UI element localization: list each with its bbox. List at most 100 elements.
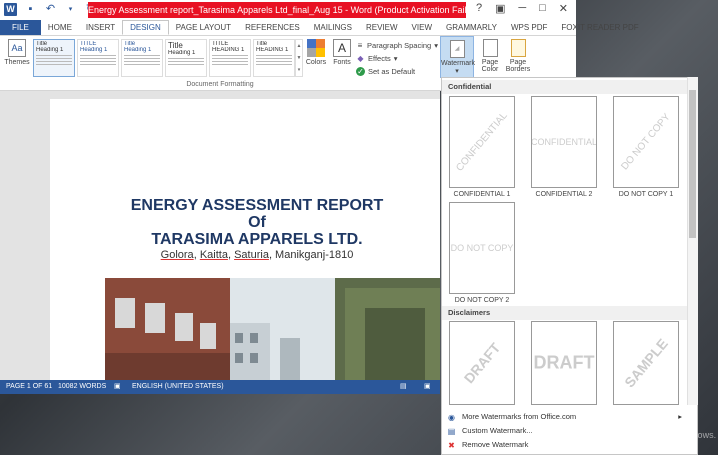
watermark-do-not-copy-1[interactable]: DO NOT COPY DO NOT COPY 1 (610, 96, 682, 198)
remove-watermark-menu-item[interactable]: ✖ Remove Watermark (442, 438, 688, 452)
page-count[interactable]: PAGE 1 OF 61 (6, 380, 52, 394)
heading-line-1: ENERGY ASSESSMENT REPORT (130, 197, 384, 214)
page-borders-label: Page Borders (505, 59, 531, 73)
chevron-down-icon: ▾ (393, 54, 398, 63)
style-set-thumb[interactable]: TITLE HEADING 1 (209, 39, 251, 77)
gallery-scroll-control[interactable]: ▲ ▼ ▾ (295, 39, 303, 77)
save-icon[interactable]: ▪ (24, 3, 37, 16)
fonts-label: Fonts (333, 59, 351, 66)
word-count[interactable]: 10082 WORDS (58, 380, 106, 394)
activate-windows-title: Activate Windows (574, 414, 669, 428)
watermark-thumbnail: CONFIDENTIAL (449, 96, 515, 188)
window-controls: ? ▣ ─ □ ✕ (466, 0, 576, 15)
paragraph-effects-group: ≡ Paragraph Spacing ▾ ◆ Effects ▾ ✓ Set … (356, 39, 438, 78)
document-page[interactable]: ENERGY ASSESSMENT REPORT Of TARASIMA APP… (50, 99, 440, 380)
style-set-heading: HEADING 1 (212, 47, 245, 53)
page-borders-icon (510, 39, 526, 57)
watermark-confidential-2[interactable]: CONFIDENTIAL CONFIDENTIAL 2 (528, 96, 600, 198)
language-indicator[interactable]: ENGLISH (UNITED STATES) (132, 380, 224, 394)
tab-review[interactable]: REVIEW (359, 20, 405, 35)
paragraph-spacing-icon: ≡ (357, 41, 363, 50)
page-color-icon (482, 39, 498, 57)
proofing-icon[interactable]: ▣ (114, 380, 121, 394)
colors-label: Colors (305, 59, 327, 66)
effects-icon: ◆ (357, 54, 364, 63)
style-set-heading: Heading 1 (168, 50, 196, 56)
ribbon-display-icon[interactable]: ▣ (495, 2, 505, 15)
checkmark-icon: ✓ (356, 67, 365, 76)
themes-label: Themes (4, 59, 30, 66)
dropdown-chevron-icon[interactable]: ▾ (64, 3, 77, 16)
watermark-preview-text: CONFIDENTIAL (531, 137, 597, 147)
office-globe-icon: ◉ (448, 413, 455, 422)
watermark-draft-1[interactable]: DRAFT (446, 321, 518, 405)
custom-watermark-icon: ▤ (447, 427, 456, 436)
tab-wps-pdf[interactable]: WPS PDF (504, 20, 554, 35)
effects-label: Effects (368, 54, 391, 63)
style-set-thumb[interactable]: Title Heading 1 (165, 39, 207, 77)
style-set-thumb[interactable]: Title HEADING 1 (253, 39, 295, 77)
heading-line-3: TARASIMA APPARELS LTD. (151, 231, 363, 248)
address-part: Golora (160, 249, 194, 261)
style-set-thumb[interactable]: Title Heading 1 (33, 39, 75, 77)
colors-icon (307, 39, 325, 57)
print-layout-icon[interactable]: ▣ (424, 380, 431, 394)
paragraph-spacing-button[interactable]: ≡ Paragraph Spacing ▾ (356, 39, 438, 52)
fonts-icon: A (333, 39, 351, 57)
close-icon[interactable]: ✕ (559, 2, 568, 15)
watermark-sample-1[interactable]: SAMPLE (610, 321, 682, 405)
watermark-do-not-copy-2[interactable]: DO NOT COPY DO NOT COPY 2 (446, 202, 518, 304)
tab-insert[interactable]: INSERT (79, 20, 122, 35)
window-title: Energy Assessment report_Tarasima Appare… (88, 2, 466, 18)
undo-icon[interactable]: ↶ (44, 3, 57, 16)
address-part: , Manikganj-1810 (268, 249, 354, 261)
read-mode-icon[interactable]: ▤ (400, 380, 407, 394)
page-color-button[interactable]: Page Color (477, 39, 503, 73)
watermark-gallery-dropdown: Confidential CONFIDENTIAL CONFIDENTIAL 1… (441, 77, 698, 455)
title-bar: W ▪ ↶ ▾ ↻ Energy Assessment report_Taras… (0, 0, 576, 20)
watermark-confidential-1[interactable]: CONFIDENTIAL CONFIDENTIAL 1 (446, 96, 518, 198)
factory-photo (105, 278, 440, 380)
tab-view[interactable]: VIEW (405, 20, 439, 35)
tab-page-layout[interactable]: PAGE LAYOUT (169, 20, 238, 35)
gallery-scrollbar-thumb[interactable] (689, 90, 696, 238)
style-set-thumb[interactable]: TITLE Heading 1 (77, 39, 119, 77)
style-set-heading: Heading 1 (36, 47, 64, 53)
tab-references[interactable]: REFERENCES (238, 20, 307, 35)
tab-grammarly[interactable]: GRAMMARLY (439, 20, 504, 35)
style-set-thumb[interactable]: Title Heading 1 (121, 39, 163, 77)
style-set-gallery: Title Heading 1 TITLE Heading 1 Title He… (33, 39, 295, 79)
watermark-thumbnail: SAMPLE (613, 321, 679, 405)
minimize-icon[interactable]: ─ (518, 2, 526, 15)
document-canvas[interactable]: ENERGY ASSESSMENT REPORT Of TARASIMA APP… (0, 91, 440, 380)
tab-file[interactable]: FILE (0, 20, 41, 35)
tab-design[interactable]: DESIGN (122, 20, 169, 35)
themes-icon: Aa (8, 39, 26, 57)
watermark-label: CONFIDENTIAL 1 (453, 191, 511, 198)
help-icon[interactable]: ? (476, 2, 482, 15)
tab-home[interactable]: HOME (41, 20, 79, 35)
page-borders-button[interactable]: Page Borders (504, 39, 532, 73)
tab-foxit-reader-pdf[interactable]: FOXIT READER PDF (554, 20, 645, 35)
status-bar: PAGE 1 OF 61 10082 WORDS ▣ ENGLISH (UNIT… (0, 380, 440, 394)
set-as-default-label: Set as Default (368, 67, 416, 76)
word-logo-icon[interactable]: W (4, 3, 17, 16)
style-set-heading: Heading 1 (80, 47, 108, 53)
more-watermarks-label: More Watermarks from Office.com (462, 412, 577, 421)
address-part: Saturia (234, 249, 269, 261)
ribbon-tabs: FILE HOME INSERT DESIGN PAGE LAYOUT REFE… (0, 20, 639, 35)
section-header-disclaimers: Disclaimers (442, 306, 687, 320)
watermark-draft-2[interactable]: DRAFT (528, 321, 600, 405)
colors-button[interactable]: Colors (305, 39, 327, 66)
set-as-default-button[interactable]: ✓ Set as Default (356, 65, 438, 78)
document-heading: ENERGY ASSESSMENT REPORT Of TARASIMA APP… (50, 197, 440, 248)
watermark-button[interactable]: ◢ Watermark ▾ (440, 36, 475, 78)
tab-mailings[interactable]: MAILINGS (307, 20, 359, 35)
watermark-preview-text: DRAFT (533, 352, 595, 373)
heading-line-2: Of (248, 214, 266, 231)
fonts-button[interactable]: A Fonts (331, 39, 353, 66)
effects-button[interactable]: ◆ Effects ▾ (356, 52, 438, 65)
chevron-down-icon: ▾ (434, 41, 438, 50)
maximize-icon[interactable]: □ (539, 2, 546, 15)
themes-button[interactable]: Aa Themes (4, 39, 30, 66)
